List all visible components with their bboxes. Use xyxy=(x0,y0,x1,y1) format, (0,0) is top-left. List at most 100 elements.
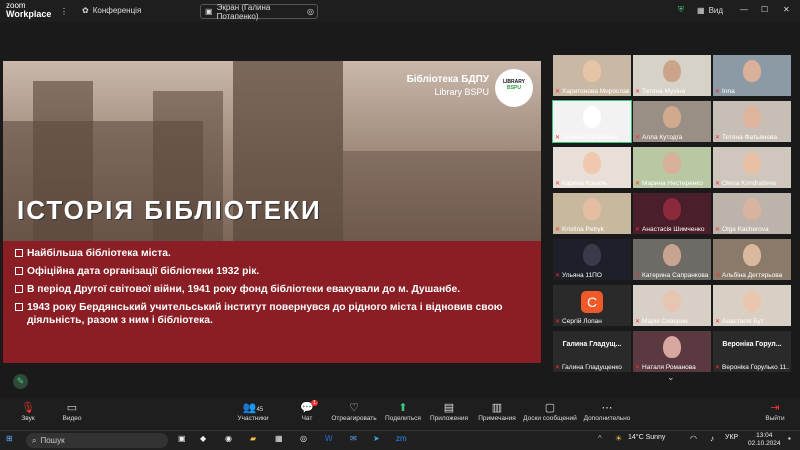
windows-taskbar: ⊞ ⌕ Пошук ▣ ◆ ◉ ▰ ▦ ◎ W ✉ ➤ zm ^ ☀ 14°C S… xyxy=(0,430,800,450)
language-indicator[interactable]: УКР xyxy=(725,434,738,441)
screen-icon: ▣ xyxy=(205,7,213,16)
participant-tile[interactable]: ✕ Тетяна Мухіна xyxy=(633,55,711,96)
mic-muted-icon: ✕ xyxy=(715,365,721,371)
notification-icon[interactable]: ▪ xyxy=(788,434,791,443)
participant-tile[interactable]: ✕ Наталя Романова xyxy=(633,331,711,372)
wifi-icon[interactable]: ◠ xyxy=(690,434,697,443)
react-button[interactable]: ♡ Отреагировать xyxy=(326,401,382,422)
chevron-down-icon[interactable]: ⌄ xyxy=(667,372,675,383)
participant-tile[interactable]: ✕ Галина Потапенко xyxy=(552,100,632,143)
participant-name: ✕ Тетяна Мухіна xyxy=(635,88,686,95)
annotate-pen-icon[interactable]: ✎ xyxy=(13,374,28,389)
participant-tile[interactable]: С ✕ Сергій Лопан xyxy=(553,285,631,326)
copilot-icon[interactable]: ◆ xyxy=(200,434,206,443)
avatar xyxy=(743,152,761,174)
bullet-item: Найбільша бібліотека міста. xyxy=(15,247,529,260)
leave-button[interactable]: ⇥ Выйти xyxy=(747,401,800,422)
participant-tile[interactable]: ✕ Ульяна 11ПО xyxy=(553,239,631,280)
participant-name: ✕ Анастасія Шимченко xyxy=(635,226,705,233)
participant-name: ✕ Галина Гладущенко xyxy=(555,364,622,371)
boards-button[interactable]: ▢ Доски сообщений xyxy=(522,401,578,422)
avatar xyxy=(583,244,601,266)
tray-chevron-icon[interactable]: ^ xyxy=(598,434,602,443)
participant-tile[interactable]: ✕ Марина Нестеренко xyxy=(633,147,711,188)
word-icon[interactable]: W xyxy=(325,434,333,443)
shield-icon[interactable]: ⛨ xyxy=(678,5,684,15)
participant-tile[interactable]: ✕ Марія Северин xyxy=(633,285,711,326)
zoom-taskbar-icon[interactable]: zm xyxy=(396,434,407,443)
participant-tile[interactable]: ✕ Тетяна Фатьянова xyxy=(713,101,791,142)
participant-name: ✕ Ульяна 11ПО xyxy=(555,272,602,279)
avatar xyxy=(743,198,761,220)
close-icon[interactable]: ✕ xyxy=(783,5,790,14)
telegram-icon[interactable]: ➤ xyxy=(373,434,380,443)
more-button[interactable]: ⋯ Дополнительно xyxy=(579,401,635,422)
participant-tile[interactable]: ✕ Карина Коваль xyxy=(553,147,631,188)
mic-muted-icon: ✕ xyxy=(555,89,561,95)
notes-icon: ▥ xyxy=(491,402,503,414)
avatar xyxy=(743,106,761,128)
bullet-item: Офіційна дата організації бібліотеки 193… xyxy=(15,265,529,278)
mic-muted-icon: ✕ xyxy=(555,227,561,233)
sun-icon: ☀ xyxy=(615,434,623,443)
mic-muted-icon: ✕ xyxy=(635,319,641,325)
participant-tile[interactable]: ✕ Катерина Сапранкова xyxy=(633,239,711,280)
participant-name: ✕ Сергій Лопан xyxy=(555,318,602,325)
participant-tile[interactable]: ✕ Альбіна Дегтярьова xyxy=(713,239,791,280)
clock[interactable]: 13:04 02.10.2024 xyxy=(748,432,781,448)
participant-name: ✕ Алла Кутодга xyxy=(635,134,683,141)
windows-start-icon[interactable]: ⊞ xyxy=(6,434,13,443)
participant-tile[interactable]: ✕ Olena Kondratieva xyxy=(713,147,791,188)
avatar xyxy=(583,152,601,174)
more-circle-icon[interactable]: ◎ xyxy=(307,7,314,16)
mic-muted-icon: ✕ xyxy=(555,135,561,141)
taskbar-search[interactable]: ⌕ Пошук xyxy=(26,433,168,448)
participant-tile[interactable]: ✕ Kristina Petryk xyxy=(553,193,631,234)
participant-tile[interactable]: ✕ Алла Кутодга xyxy=(633,101,711,142)
mic-muted-icon: ✕ xyxy=(635,365,641,371)
avatar xyxy=(743,60,761,82)
participants-button[interactable]: 👥45 Участники xyxy=(225,401,281,422)
participant-name: ✕ Анастасія Бут xyxy=(715,318,764,325)
participant-name: ✕ Inna xyxy=(715,88,735,95)
menu-dots-icon[interactable]: ⋮ xyxy=(60,7,68,16)
maximize-icon[interactable]: ☐ xyxy=(761,5,768,14)
view-button[interactable]: ▦ Вид xyxy=(697,6,723,15)
video-button[interactable]: ▭ Видео xyxy=(44,401,100,422)
mail-icon[interactable]: ✉ xyxy=(350,434,357,443)
people-icon: 👥45 xyxy=(242,402,264,414)
brand-bottom: Workplace xyxy=(6,9,52,19)
bullet-square-icon xyxy=(15,285,23,293)
store-icon[interactable]: ▦ xyxy=(275,434,283,443)
participant-name-large: Галина Гладущ... xyxy=(562,341,622,348)
participant-tile[interactable]: Галина Гладущ... ✕ Галина Гладущенко xyxy=(553,331,631,372)
shared-slide: Бібліотека БДПУ Library BSPU LIBRARY BSP… xyxy=(3,61,541,363)
participant-name: ✕ Харитонова Мирослава xyxy=(555,88,629,95)
participant-tile[interactable]: Вероніка Горул... ✕ Вероніка Горулько 11..… xyxy=(713,331,791,372)
participant-tile[interactable]: ✕ Анастасія Шимченко xyxy=(633,193,711,234)
avatar: С xyxy=(581,291,603,313)
paw-icon: ✿ xyxy=(82,6,89,15)
avatar xyxy=(663,152,681,174)
avatar xyxy=(583,198,601,220)
task-view-icon[interactable]: ▣ xyxy=(178,434,186,443)
volume-icon[interactable]: ♪ xyxy=(710,434,714,443)
share-screen-indicator[interactable]: ▣ Экран (Галина Потапенко) ◎ xyxy=(200,3,318,21)
participant-tile[interactable]: ✕ Харитонова Мирослава xyxy=(553,55,631,96)
participant-tile[interactable]: ✕ Анастасія Бут xyxy=(713,285,791,326)
conference-button[interactable]: ✿ Конференція xyxy=(82,6,141,15)
notes-button[interactable]: ▥ Примечания xyxy=(469,401,525,422)
edge-icon[interactable]: ◉ xyxy=(225,434,232,443)
chrome-icon[interactable]: ◎ xyxy=(300,434,307,443)
bullet-square-icon xyxy=(15,303,23,311)
mic-muted-icon: ✕ xyxy=(715,181,721,187)
participant-name: ✕ Вероніка Горулько 11... xyxy=(715,364,789,371)
avatar xyxy=(583,106,601,128)
participant-tile[interactable]: ✕ Inna xyxy=(713,55,791,96)
folder-icon[interactable]: ▰ xyxy=(250,434,256,443)
minimize-icon[interactable]: — xyxy=(740,5,748,14)
chat-badge: 1 xyxy=(311,400,318,406)
weather-text[interactable]: 14°C Sunny xyxy=(628,434,665,441)
mic-muted-icon: ✕ xyxy=(635,181,641,187)
participant-tile[interactable]: ✕ Olga Kacherova xyxy=(713,193,791,234)
